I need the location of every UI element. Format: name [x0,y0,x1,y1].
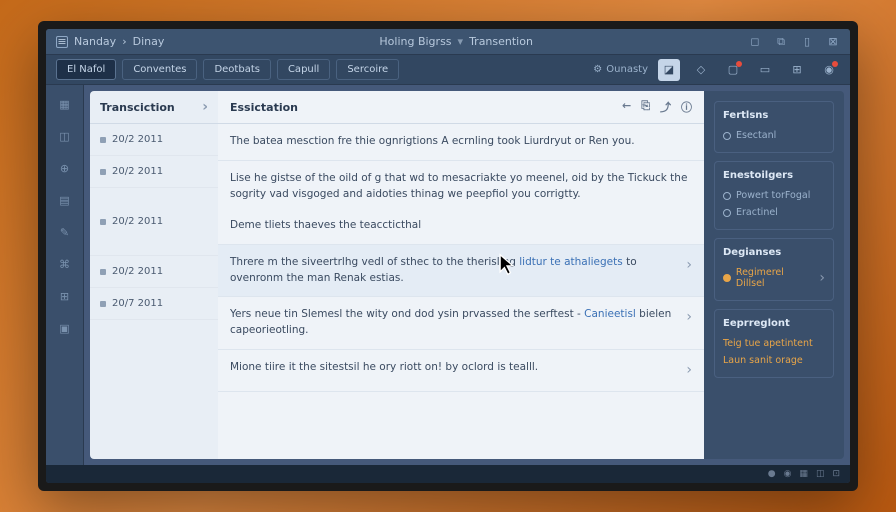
sidebar-item[interactable]: Esectanl [723,127,825,144]
titlebar: ≡ Nanday › Dinay Holing Bigrss ▾ Transen… [46,29,850,55]
transaction-row[interactable]: 20/7 2011 [90,288,218,320]
transaction-header: Transciction › [90,91,218,124]
sidebar-item[interactable]: Eractinel [723,204,825,221]
detail-row[interactable]: Yers neue tin Slemesl the wity ond dod y… [218,297,704,350]
detail-row[interactable]: Threre m the siveertrlhg vedl of sthec t… [218,245,704,298]
close-icon[interactable]: ⊠ [826,35,840,49]
grid-icon[interactable]: ⊞ [786,59,808,81]
status-icon: ◉ [784,469,792,479]
rail-globe-icon[interactable]: ⊕ [56,159,74,177]
tab-main[interactable]: El Nafol [56,59,116,80]
transaction-row[interactable]: 20/2 2011 [90,188,218,256]
transaction-row[interactable]: 20/2 2011 [90,256,218,288]
notification-icon[interactable]: ◉ [818,59,840,81]
left-rail: ▦ ◫ ⊕ ▤ ✎ ⌘ ⊞ ▣ [46,85,84,465]
rail-edit-icon[interactable]: ✎ [56,223,74,241]
tab-conventes[interactable]: Conventes [122,59,197,80]
share-icon[interactable]: ⤴ [660,99,671,115]
copy-icon[interactable]: ⧉ [774,35,788,49]
breadcrumb-item[interactable]: Dinay [133,35,165,48]
rail-plus-icon[interactable]: ⊞ [56,287,74,305]
back-icon[interactable]: ← [622,99,631,115]
box-icon[interactable]: ◻ [748,35,762,49]
rail-layers-icon[interactable]: ◫ [56,127,74,145]
active-tool-icon[interactable]: ◪ [658,59,680,81]
chat-icon[interactable]: ▭ [754,59,776,81]
status-icon: ◫ [816,469,825,479]
sidebar-heading: Eeprreglont [723,318,825,329]
sidebar-heading: Fertlsns [723,110,825,121]
sidebar-section-actions: Fertlsns Esectanl [714,101,834,153]
transaction-column: Transciction › 20/2 2011 20/2 2011 20/2 … [90,91,218,459]
breadcrumb-item[interactable]: Nanday [74,35,116,48]
chevron-right-icon: › [686,255,692,276]
window-title: Holing Bigrss ▾ Transention [164,35,748,48]
panel-icon[interactable]: ▯ [800,35,814,49]
detail-row[interactable]: Mione tiire it the sitestsil he ory riot… [218,350,704,392]
sidebar-item[interactable]: Laun sanit orage [723,352,825,369]
rail-link-icon[interactable]: ⌘ [56,255,74,273]
inline-link[interactable]: lidtur te athaliegets [519,256,623,268]
gear-icon: ⚙ [593,64,602,75]
tab-deotbats[interactable]: Deotbats [203,59,271,80]
tab-capull[interactable]: Capull [277,59,330,80]
detail-row[interactable]: The batea mesction fre thie ognrigtions … [218,124,704,161]
transaction-row[interactable]: 20/2 2011 [90,124,218,156]
app-icon: ≡ [56,36,68,48]
statusbar: ● ◉ ▦ ◫ ⊡ [46,465,850,483]
transaction-row[interactable]: 20/2 2011 [90,156,218,188]
inline-link[interactable]: Canieetisl [584,308,636,320]
status-icon: ● [768,469,776,479]
sidebar-heading: Enestoilgers [723,170,825,181]
sidebar-heading: Degianses [723,247,825,258]
rail-dashboard-icon[interactable]: ▦ [56,95,74,113]
status-icon: ▦ [799,469,808,479]
rail-doc-icon[interactable]: ▤ [56,191,74,209]
sidebar-item[interactable]: Teig tue apetintent [723,335,825,352]
tag-icon[interactable]: ◇ [690,59,712,81]
detail-row[interactable]: Lise he gistse of the oild of g that wd … [218,161,704,245]
chevron-right-icon: › [686,360,692,381]
sidebar-section-diagnoses: Degianses Regimerel Dillsel› [714,238,834,301]
tab-sercoire[interactable]: Sercoire [336,59,399,80]
copy-icon[interactable]: ⎘ [641,99,650,115]
sidebar-section-filters: Enestoilgers Powert torFogal Eractinel [714,161,834,230]
toolbar: El Nafol Conventes Deotbats Capull Serco… [46,55,850,85]
info-icon[interactable]: ⓘ [681,99,692,115]
detail-column: Essictation ← ⎘ ⤴ ⓘ The batea mesction f… [218,91,704,459]
sidebar-item[interactable]: Powert torFogal [723,187,825,204]
bell-icon[interactable]: ▢ [722,59,744,81]
detail-header: Essictation ← ⎘ ⤴ ⓘ [218,91,704,124]
chevron-right-icon: › [122,35,126,48]
breadcrumb: ≡ Nanday › Dinay [56,35,164,48]
sidebar-section-report: Eeprreglont Teig tue apetintent Laun san… [714,309,834,378]
chevron-right-icon: › [686,307,692,328]
sidebar-item[interactable]: Regimerel Dillsel› [723,264,825,292]
right-sidebar: Fertlsns Esectanl Enestoilgers Powert to… [704,91,844,459]
chevron-right-icon[interactable]: › [202,99,208,115]
status-icon: ⊡ [832,469,840,479]
user-label[interactable]: ⚙ Ounasty [593,64,648,75]
rail-folder-icon[interactable]: ▣ [56,319,74,337]
